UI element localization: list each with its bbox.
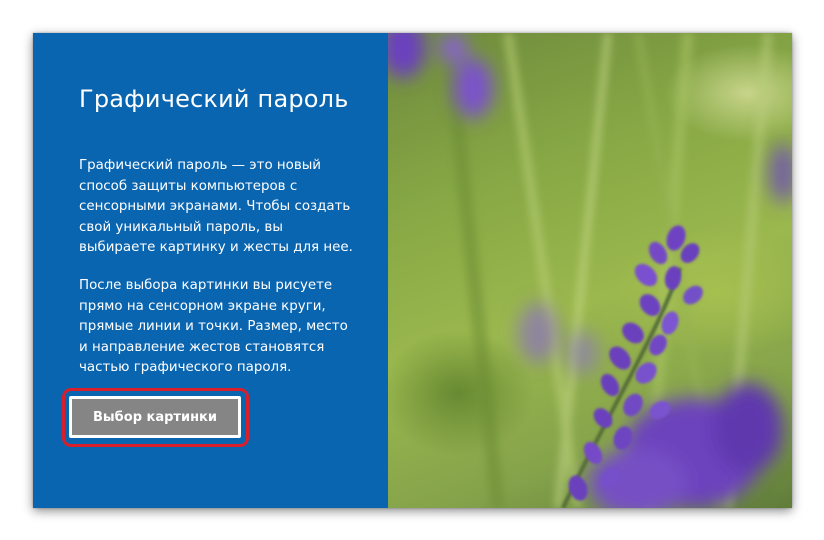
lavender-picture	[388, 33, 792, 508]
dialog-title: Графический пароль	[79, 85, 349, 113]
instructions-line: частью графического пароля.	[79, 360, 292, 375]
intro-line: Графический пароль — это новый	[79, 158, 322, 173]
info-panel: Графический пароль Графический пароль — …	[33, 33, 388, 508]
screenshot-stage: Графический пароль Графический пароль — …	[0, 0, 824, 540]
choose-picture-button-label: Выбор картинки	[72, 399, 238, 435]
intro-line: выбираете картинку и жесты для нее.	[79, 240, 353, 255]
instructions-line: прямо на сенсорном экране круги,	[79, 298, 326, 314]
intro-paragraph: Графический пароль — это новый способ за…	[79, 156, 371, 259]
instructions-paragraph: После выбора картинки вы рисуете прямо н…	[79, 276, 371, 379]
choose-picture-button[interactable]: Выбор картинки	[69, 396, 241, 438]
instructions-line: После выбора картинки вы рисуете	[79, 278, 333, 293]
lavender-illustration	[388, 33, 792, 508]
intro-line: способ защиты компьютеров с	[79, 178, 298, 194]
intro-line: сенсорными экранами. Чтобы создать	[79, 199, 351, 214]
picture-password-dialog: Графический пароль Графический пароль — …	[33, 33, 792, 508]
instructions-line: и направление жестов становятся	[79, 339, 325, 355]
intro-line: свой уникальный пароль, вы	[79, 219, 283, 235]
instructions-line: прямые линии и точки. Размер, место	[79, 319, 348, 334]
